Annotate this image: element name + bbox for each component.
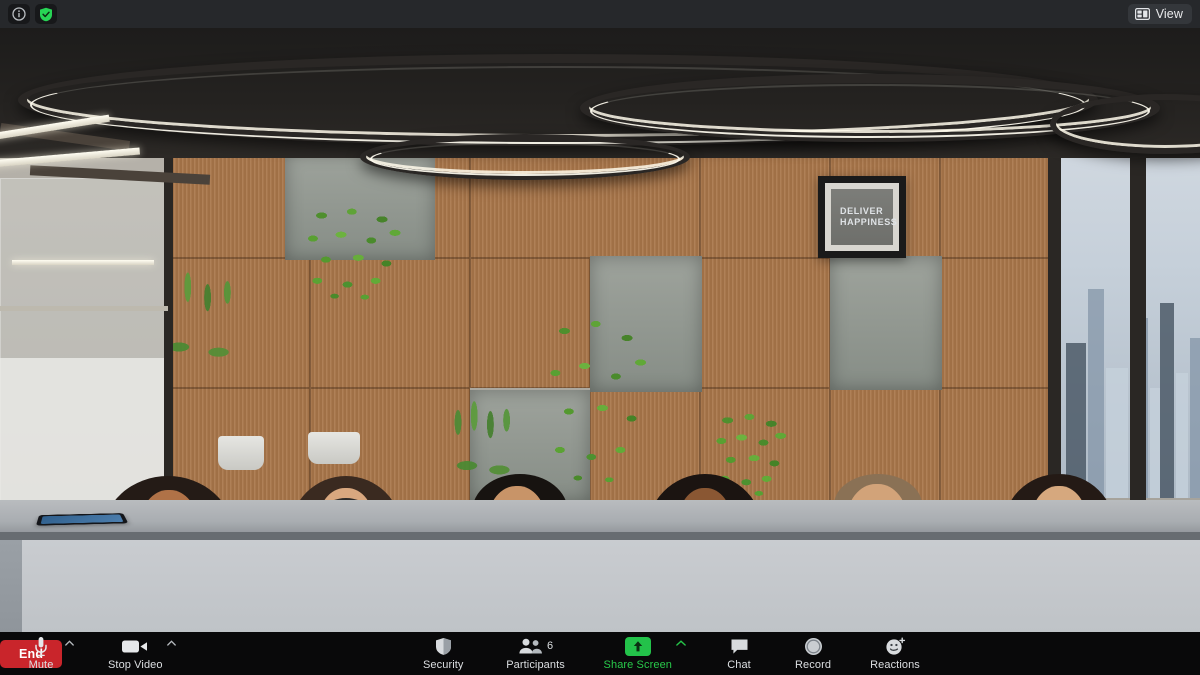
partition-mullion bbox=[164, 146, 173, 506]
linear-light bbox=[12, 260, 154, 265]
hanging-plant bbox=[300, 204, 408, 300]
partition-rail bbox=[0, 306, 168, 311]
security-label: Security bbox=[423, 658, 464, 671]
info-icon bbox=[12, 7, 26, 21]
view-button-label: View bbox=[1155, 7, 1183, 21]
ivy-wall-plant bbox=[542, 310, 654, 485]
people-icon: 6 bbox=[518, 637, 553, 656]
share-up-arrow-icon bbox=[624, 636, 651, 656]
shield-icon bbox=[435, 637, 452, 656]
smiley-plus-icon bbox=[885, 637, 906, 656]
conference-table-top bbox=[0, 500, 1200, 536]
stop-video-label: Stop Video bbox=[108, 658, 163, 671]
wood-panel bbox=[700, 258, 830, 388]
meeting-top-bar: View bbox=[0, 0, 1200, 28]
stop-video-button[interactable]: Stop Video bbox=[100, 632, 171, 675]
meeting-info-button[interactable] bbox=[8, 4, 30, 24]
conference-table-front bbox=[0, 540, 1200, 632]
city-skyline bbox=[1160, 249, 1200, 498]
view-button[interactable]: View bbox=[1127, 4, 1192, 24]
share-options-caret[interactable] bbox=[674, 632, 688, 675]
pendant-ring-glow bbox=[370, 142, 680, 176]
share-screen-label: Share Screen bbox=[603, 658, 673, 671]
chevron-up-icon bbox=[64, 640, 74, 646]
record-button[interactable]: Record bbox=[786, 632, 840, 675]
toolbar-center-group: Security 6 Participants Share Screen Cha… bbox=[415, 632, 930, 675]
mute-label: Mute bbox=[28, 658, 54, 671]
participants-button[interactable]: 6 Participants bbox=[498, 632, 574, 675]
poster-mat: DELIVER HAPPINESS bbox=[825, 183, 899, 251]
participants-label: Participants bbox=[506, 658, 565, 671]
active-speaker-video[interactable]: DELIVER HAPPINESS bbox=[0, 28, 1200, 632]
chat-button[interactable]: Chat bbox=[712, 632, 766, 675]
wood-panel bbox=[940, 258, 1060, 388]
wall-niche bbox=[830, 256, 942, 390]
chevron-up-icon bbox=[676, 640, 686, 646]
reactions-button[interactable]: Reactions bbox=[860, 632, 930, 675]
planter-pot bbox=[308, 432, 360, 464]
audio-options-caret[interactable] bbox=[62, 632, 76, 675]
poster-artwork: DELIVER HAPPINESS bbox=[831, 189, 898, 245]
video-options-caret[interactable] bbox=[165, 632, 179, 675]
camera-icon bbox=[122, 637, 148, 656]
record-circle-icon bbox=[804, 637, 823, 656]
toolbar-left-group: Mute Stop Video bbox=[14, 632, 181, 675]
security-shield-icon bbox=[40, 7, 52, 21]
chevron-up-icon bbox=[167, 640, 176, 646]
chat-label: Chat bbox=[727, 658, 751, 671]
meeting-controls-toolbar: Mute Stop Video Security 6 Participants … bbox=[0, 632, 1200, 675]
encryption-status-button[interactable] bbox=[35, 4, 57, 24]
share-screen-button[interactable]: Share Screen bbox=[596, 632, 680, 675]
planter-pot bbox=[218, 436, 264, 470]
participants-count: 6 bbox=[546, 640, 554, 652]
framed-poster: DELIVER HAPPINESS bbox=[818, 176, 906, 258]
poster-line-2: HAPPINESS bbox=[840, 217, 898, 227]
security-button[interactable]: Security bbox=[415, 632, 472, 675]
record-label: Record bbox=[794, 658, 832, 671]
top-bar-left-controls bbox=[8, 4, 57, 24]
poster-line-1: DELIVER bbox=[840, 206, 884, 216]
zoom-meeting-window: View DELIVER HAPPINESS Mute Stop Video S… bbox=[0, 0, 1200, 675]
mute-button[interactable]: Mute bbox=[14, 632, 68, 675]
reactions-label: Reactions bbox=[870, 658, 920, 671]
microphone-icon bbox=[34, 636, 48, 656]
speech-bubble-icon bbox=[730, 637, 749, 656]
gallery-view-icon bbox=[1134, 8, 1150, 20]
